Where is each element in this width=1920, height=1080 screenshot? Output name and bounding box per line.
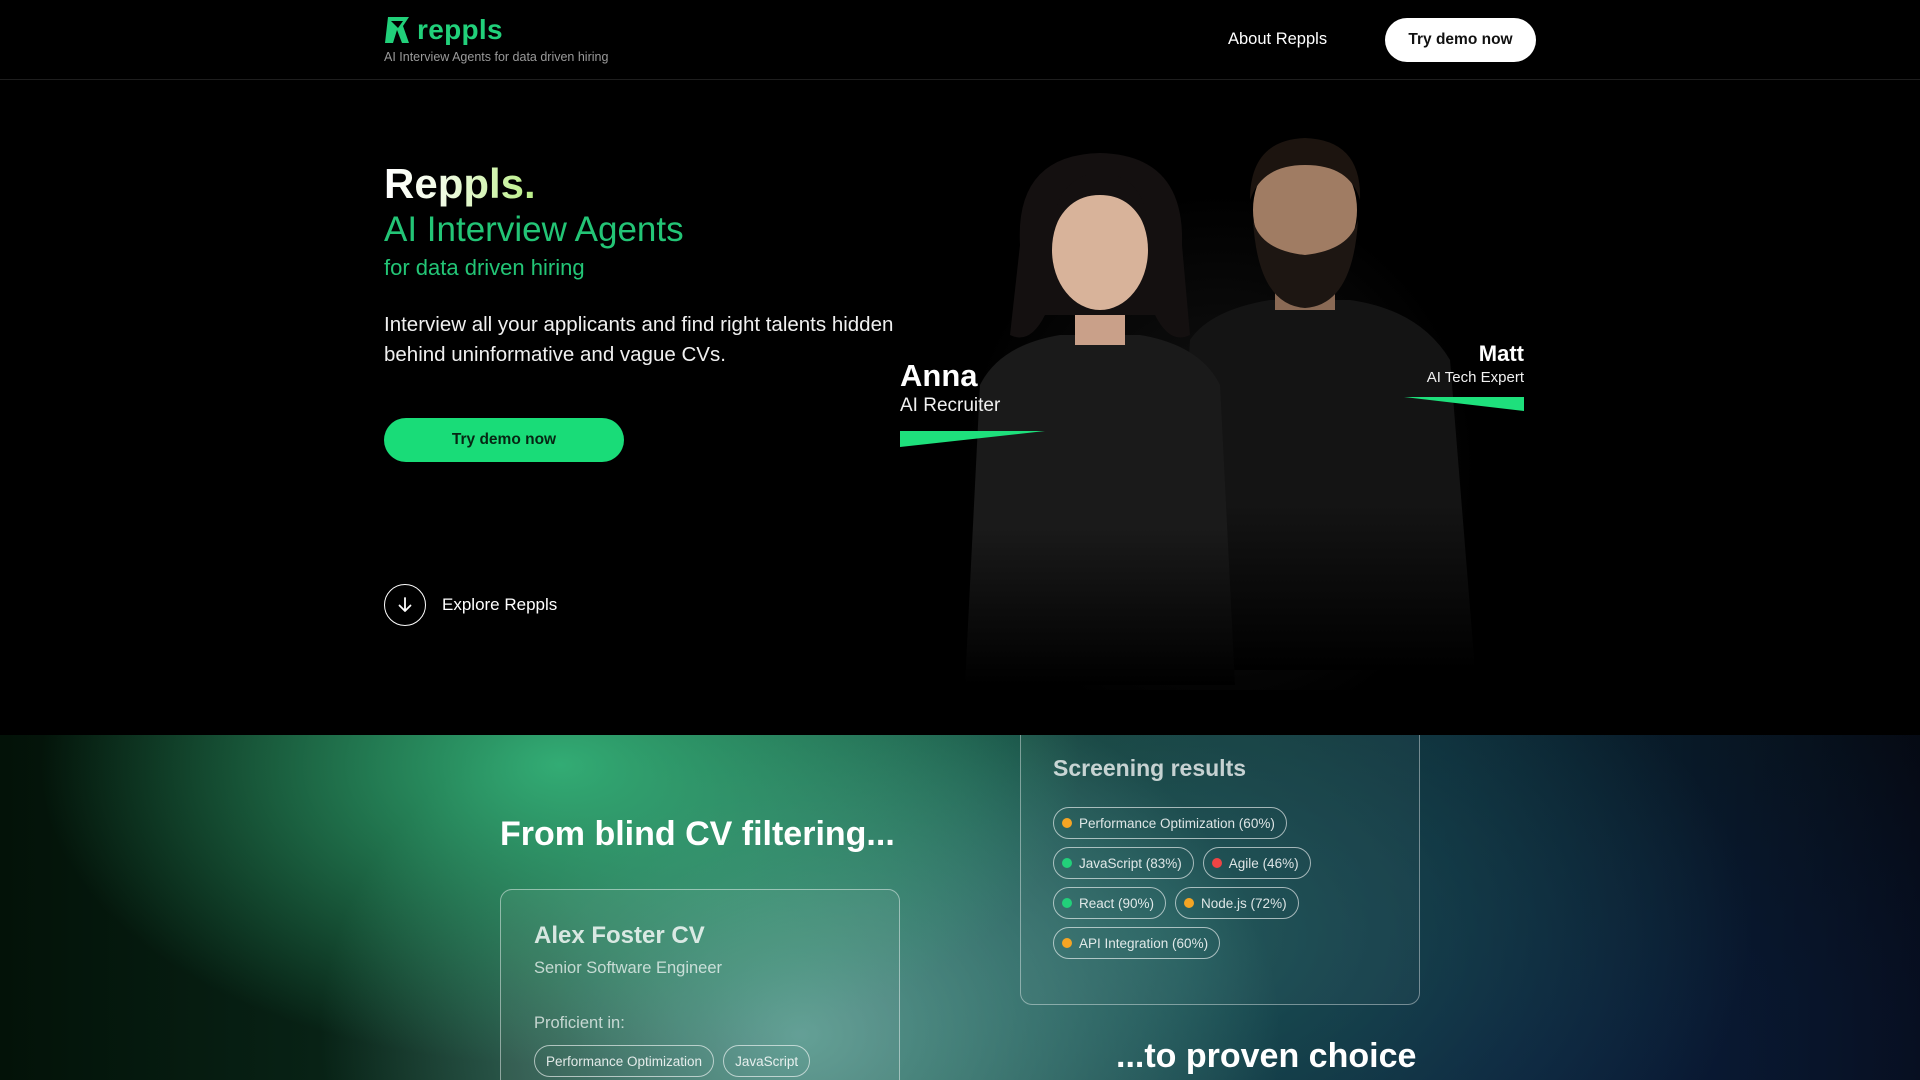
nav-about-link[interactable]: About Reppls [1228, 30, 1327, 49]
cv-title: Alex Foster CV [534, 922, 705, 949]
hero-try-demo-button[interactable]: Try demo now [384, 418, 624, 462]
hero-subtitle: AI Interview Agents [384, 210, 684, 249]
cv-tag: Performance Optimization [534, 1045, 715, 1077]
skill-row: JavaScript (83%) Agile (46%) [1053, 847, 1393, 879]
status-dot [1211, 858, 1222, 868]
header-try-demo-button[interactable]: Try demo now [1385, 18, 1536, 62]
cv-tags: Performance Optimization JavaScript [534, 1045, 811, 1077]
status-dot [1184, 898, 1195, 908]
arrow-down-icon [384, 584, 426, 626]
matt-role: AI Tech Expert [1426, 369, 1524, 386]
cv-tag: JavaScript [723, 1045, 811, 1077]
skill-chip: Performance Optimization (60%) [1053, 807, 1287, 839]
hero-subtitle-secondary: for data driven hiring [384, 255, 585, 280]
skill-row: Performance Optimization (60%) [1053, 807, 1393, 839]
cv-card: Alex Foster CV Senior Software Engineer … [500, 889, 900, 1080]
explore-label: Explore Reppls [442, 595, 558, 614]
brand-name: reppls [417, 14, 503, 45]
skill-label: API Integration (60%) [1079, 935, 1209, 951]
skill-label: Performance Optimization (60%) [1079, 815, 1275, 831]
from-heading: From blind CV filtering... [500, 815, 895, 853]
matt-accent-stripe [1404, 397, 1524, 411]
status-dot [1062, 938, 1072, 948]
site-header: reppls AI Interview Agents for data driv… [0, 0, 1920, 80]
status-dot [1062, 858, 1072, 868]
matt-name: Matt [1478, 341, 1524, 366]
anna-accent-stripe [900, 431, 1045, 447]
skill-chip: API Integration (60%) [1053, 927, 1221, 959]
skill-label: JavaScript (83%) [1079, 855, 1182, 871]
status-dot [1062, 898, 1072, 908]
cv-proficient-label: Proficient in: [534, 1014, 625, 1032]
logo[interactable]: reppls [384, 15, 503, 45]
cv-role: Senior Software Engineer [534, 959, 723, 977]
comparison-section: From blind CV filtering... Alex Foster C… [0, 735, 1920, 1080]
hero-description: Interview all your applicants and find r… [384, 313, 894, 366]
anna-name: Anna [900, 358, 978, 393]
anna-role: AI Recruiter [900, 395, 1001, 416]
brand-tagline: AI Interview Agents for data driven hiri… [384, 50, 609, 64]
skill-chip: React (90%) [1053, 887, 1167, 919]
matt-label: Matt AI Tech Expert [1400, 340, 1524, 412]
skill-label: React (90%) [1079, 895, 1155, 911]
reppls-logo-icon [385, 17, 409, 43]
screening-skills: Performance Optimization (60%) JavaScrip… [1053, 807, 1393, 967]
explore-link[interactable]: Explore Reppls [384, 584, 557, 626]
hero-title: Reppls. [384, 160, 536, 207]
to-heading: ...to proven choice [1116, 1037, 1417, 1075]
skill-label: Agile (46%) [1228, 855, 1299, 871]
screening-card: Screening results Performance Optimizati… [1020, 735, 1420, 1005]
status-dot [1062, 818, 1072, 828]
screening-title: Screening results [1053, 755, 1247, 781]
anna-label: Anna AI Recruiter [900, 358, 1045, 448]
skill-chip: Agile (46%) [1202, 847, 1311, 879]
skill-chip: Node.js (72%) [1175, 887, 1299, 919]
skill-row: API Integration (60%) [1053, 927, 1393, 959]
skill-row: React (90%) Node.js (72%) [1053, 887, 1393, 919]
skill-chip: JavaScript (83%) [1053, 847, 1194, 879]
skill-label: Node.js (72%) [1201, 895, 1287, 911]
